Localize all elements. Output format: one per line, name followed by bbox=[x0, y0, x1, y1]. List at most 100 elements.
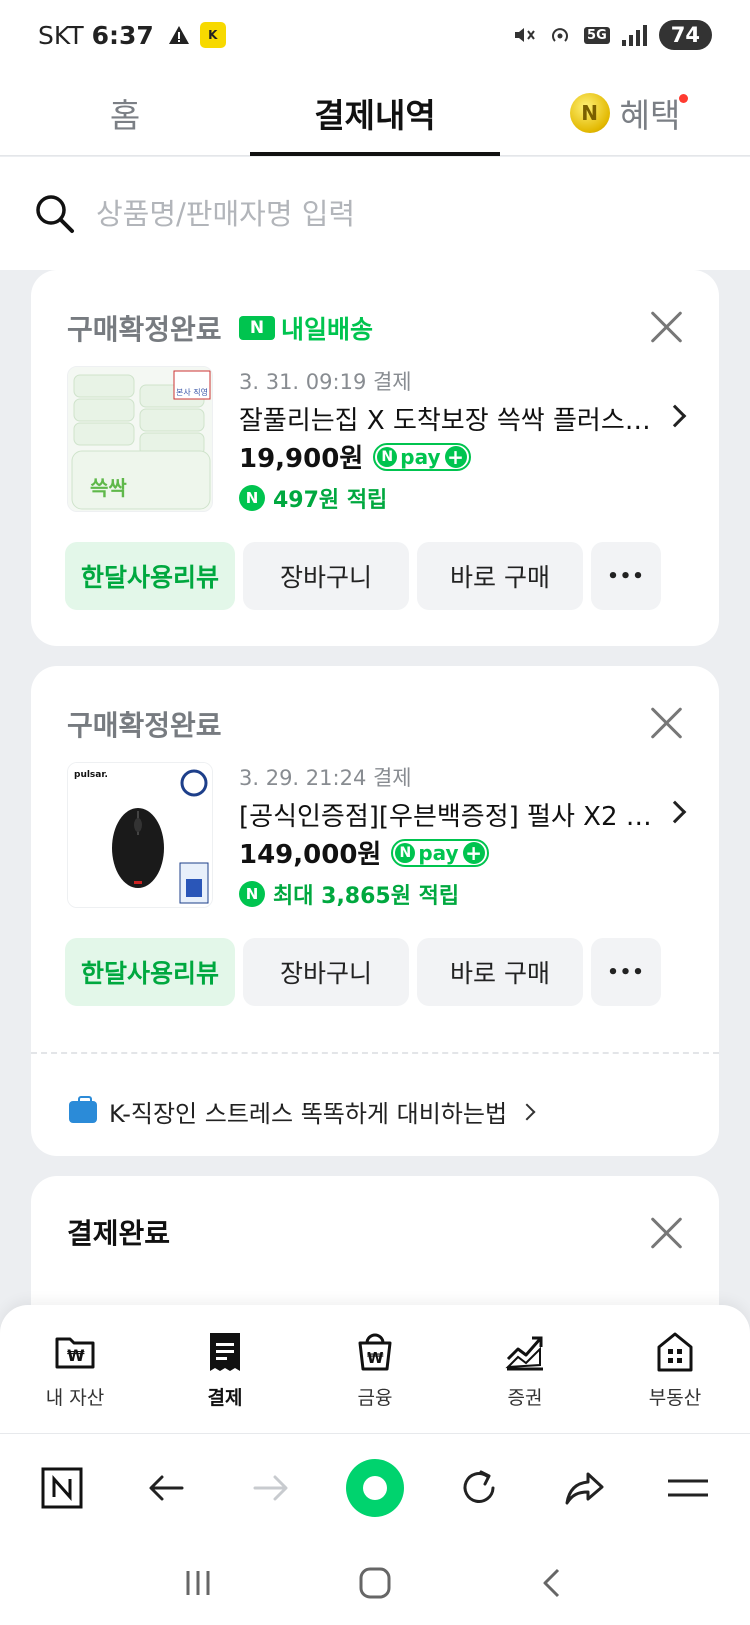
buy-now-button[interactable]: 바로 구매 bbox=[417, 938, 583, 1006]
npay-label: pay bbox=[400, 444, 441, 469]
product-thumbnail[interactable]: 쓱싹 본사 직영 bbox=[67, 366, 213, 512]
nav-finance-label: 금융 bbox=[357, 1386, 393, 1409]
nav-real-estate[interactable]: 부동산 bbox=[600, 1305, 750, 1433]
battery-level: 74 bbox=[658, 20, 712, 50]
home-icon[interactable] bbox=[357, 1565, 393, 1601]
product-title[interactable]: [공식인증점][우븐백증정] 펄사 X2 V2 무선 마우스 bbox=[239, 796, 659, 833]
more-options-button[interactable]: ••• bbox=[591, 938, 661, 1006]
close-icon[interactable] bbox=[649, 310, 683, 344]
product-title[interactable]: 잘풀리는집 X 도착보장 쓱싹 플러스 물티슈 bbox=[239, 400, 659, 437]
notification-dot bbox=[679, 94, 688, 103]
more-options-button[interactable]: ••• bbox=[591, 542, 661, 610]
system-navigation bbox=[0, 1541, 750, 1625]
price-value: 19,900원 bbox=[239, 444, 364, 474]
close-icon[interactable] bbox=[649, 1216, 683, 1250]
kakao-icon: K bbox=[199, 22, 226, 48]
bottom-navigation: ₩ 내 자산 결제 ₩ 금융 증권 부동산 bbox=[0, 1305, 750, 1433]
mouse-image: pulsar. bbox=[68, 763, 212, 907]
back-button[interactable] bbox=[136, 1458, 196, 1518]
cart-button[interactable]: 장바구니 bbox=[243, 938, 409, 1006]
signal-icon bbox=[621, 24, 647, 46]
nav-finance[interactable]: ₩ 금융 bbox=[300, 1305, 450, 1433]
share-button[interactable] bbox=[554, 1458, 614, 1518]
top-tabs: 홈 결제내역 N 혜택 bbox=[0, 70, 750, 156]
monthly-review-button[interactable]: 한달사용리뷰 bbox=[65, 938, 235, 1006]
briefcase-icon bbox=[69, 1095, 97, 1123]
cart-button[interactable]: 장바구니 bbox=[243, 542, 409, 610]
npay-plus-badge: Npay + bbox=[391, 838, 489, 867]
npay-label: pay bbox=[418, 840, 459, 865]
order-status: 구매확정완료 bbox=[67, 709, 222, 742]
nav-stocks-label: 증권 bbox=[507, 1386, 543, 1409]
reward-label: 497원 적립 bbox=[273, 488, 388, 513]
nav-payment[interactable]: 결제 bbox=[150, 1305, 300, 1433]
nav-stocks[interactable]: 증권 bbox=[450, 1305, 600, 1433]
green-dot-button[interactable] bbox=[345, 1458, 405, 1518]
nav-payment-label: 결제 bbox=[207, 1386, 243, 1409]
mute-icon bbox=[515, 28, 535, 42]
refresh-button[interactable] bbox=[449, 1458, 509, 1518]
tab-home[interactable]: 홈 bbox=[0, 70, 250, 155]
search-input[interactable] bbox=[96, 196, 696, 231]
svg-text:₩: ₩ bbox=[367, 1349, 384, 1367]
search-bar bbox=[0, 157, 750, 270]
status-bar: SKT 6:37 K 5G 74 bbox=[0, 0, 750, 70]
product-thumbnail[interactable]: pulsar. bbox=[67, 762, 213, 908]
arrow-left-icon bbox=[149, 1475, 184, 1500]
product-price: 149,000원 Npay + bbox=[239, 834, 489, 871]
npay-plus-badge: Npay + bbox=[373, 442, 471, 471]
dashed-divider bbox=[31, 1052, 719, 1054]
reward-label: 최대 3,865원 적립 bbox=[273, 884, 460, 909]
tab-payment-history-label: 결제내역 bbox=[314, 95, 436, 135]
chevron-right-icon[interactable] bbox=[663, 404, 687, 428]
wipes-brand-text: 쓱싹 bbox=[90, 476, 127, 500]
network-type: 5G bbox=[584, 26, 610, 44]
order-card: 구매확정완료 pulsar. 3. 29. 21:24 결제 [공식인증점][우… bbox=[31, 666, 719, 1156]
tomorrow-delivery-label: 내일배송 bbox=[281, 315, 374, 344]
brand-tag-text: 본사 직영 bbox=[176, 387, 208, 397]
nav-my-assets[interactable]: ₩ 내 자산 bbox=[0, 1305, 150, 1433]
promo-link[interactable]: K-직장인 스트레스 똑똑하게 대비하는법 bbox=[69, 1094, 536, 1129]
reward-points: N 최대 3,865원 적립 bbox=[239, 878, 459, 910]
tomorrow-delivery-badge: N 내일배송 bbox=[239, 310, 373, 346]
monthly-review-button[interactable]: 한달사용리뷰 bbox=[65, 542, 235, 610]
green-dot-icon bbox=[345, 1458, 404, 1517]
moneybag-icon: ₩ bbox=[358, 1333, 392, 1370]
payment-date: 3. 29. 21:24 결제 bbox=[239, 766, 412, 790]
price-value: 149,000원 bbox=[239, 840, 382, 870]
product-price: 19,900원 Npay + bbox=[239, 438, 471, 475]
building-icon bbox=[657, 1332, 693, 1371]
tab-home-label: 홈 bbox=[109, 95, 141, 135]
reward-points: N 497원 적립 bbox=[239, 482, 387, 514]
npoint-icon: N bbox=[239, 881, 265, 907]
naver-n-icon bbox=[41, 1467, 83, 1508]
back-icon[interactable] bbox=[534, 1565, 570, 1601]
chevron-right-icon[interactable] bbox=[663, 800, 687, 824]
search-icon[interactable] bbox=[34, 193, 76, 235]
clock: 6:37 bbox=[91, 20, 154, 50]
mouse-brand-text: pulsar. bbox=[74, 770, 108, 780]
svg-text:₩: ₩ bbox=[67, 1346, 85, 1365]
hamburger-icon bbox=[667, 1479, 708, 1496]
order-status: 결제완료 bbox=[67, 1217, 171, 1250]
hotspot-icon bbox=[552, 28, 568, 42]
order-card: 구매확정완료 N 내일배송 쓱싹 본사 직영 3. 31. 09:19 결제 잘… bbox=[31, 270, 719, 646]
refresh-icon bbox=[463, 1470, 495, 1503]
forward-button[interactable] bbox=[241, 1458, 301, 1518]
nav-my-assets-label: 내 자산 bbox=[45, 1386, 105, 1409]
naver-home-button[interactable] bbox=[32, 1458, 92, 1518]
npoint-coin-icon: N bbox=[569, 92, 610, 133]
tab-payment-history[interactable]: 결제내역 bbox=[250, 70, 500, 156]
close-icon[interactable] bbox=[649, 706, 683, 740]
npoint-icon: N bbox=[239, 485, 265, 511]
receipt-icon bbox=[210, 1332, 240, 1371]
payment-date: 3. 31. 09:19 결제 bbox=[239, 370, 412, 394]
tab-benefits-label: 혜택 bbox=[619, 95, 681, 135]
order-status: 구매확정완료 bbox=[67, 313, 222, 346]
buy-now-button[interactable]: 바로 구매 bbox=[417, 542, 583, 610]
nav-real-estate-label: 부동산 bbox=[648, 1386, 702, 1409]
menu-button[interactable] bbox=[658, 1458, 718, 1518]
chevron-right-icon bbox=[518, 1103, 536, 1120]
tab-benefits[interactable]: N 혜택 bbox=[500, 70, 750, 155]
recent-apps-icon[interactable] bbox=[180, 1565, 216, 1601]
